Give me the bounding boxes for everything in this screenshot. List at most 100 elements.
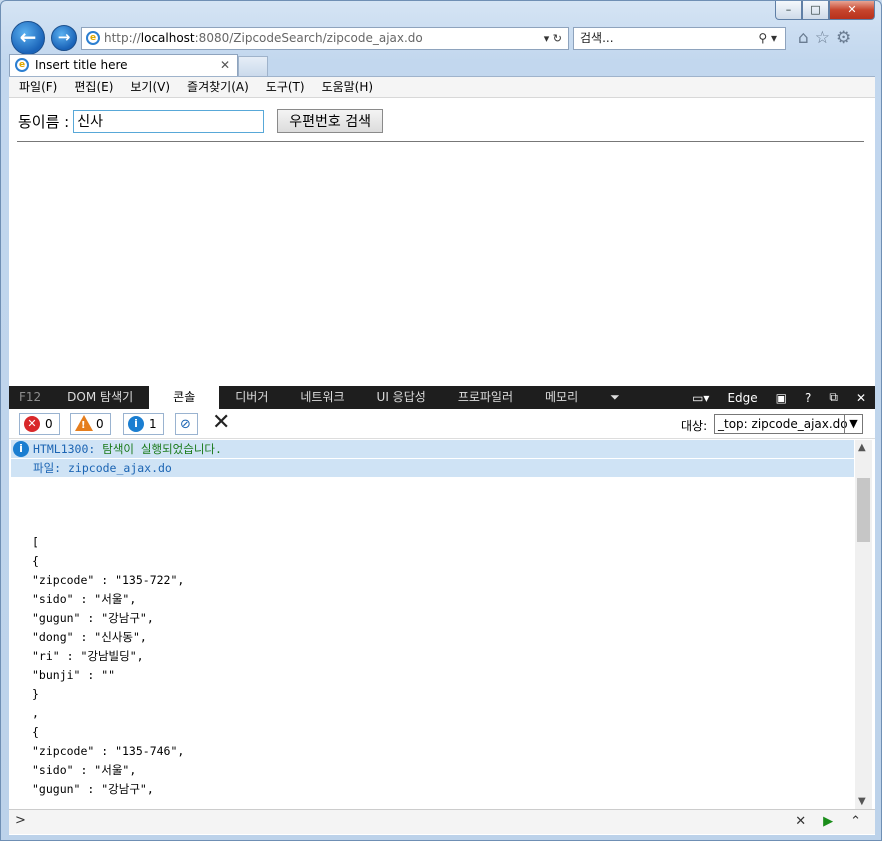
- tab-network[interactable]: 네트워크: [284, 386, 360, 409]
- devtools-f12-label: F12: [19, 390, 42, 404]
- scroll-down-icon[interactable]: ▼: [858, 796, 866, 807]
- scroll-up-icon[interactable]: ▲: [858, 442, 866, 453]
- menu-view[interactable]: 보기(V): [130, 77, 170, 97]
- zipcode-search-button[interactable]: 우편번호 검색: [277, 109, 383, 133]
- tab-dom-explorer[interactable]: DOM 탐색기: [51, 386, 149, 409]
- tab-debugger[interactable]: 디버거: [219, 386, 284, 409]
- close-devtools-icon[interactable]: ✕: [847, 391, 875, 405]
- ie-page-icon: e: [86, 31, 100, 45]
- tab-console[interactable]: 콘솔: [149, 386, 220, 409]
- divider: [17, 141, 864, 142]
- ie-tab-icon: e: [15, 58, 29, 72]
- address-path: :8080/ZipcodeSearch/zipcode_ajax.do: [194, 31, 423, 45]
- minimize-button[interactable]: –: [775, 1, 802, 20]
- browser-window: – □ ✕ ← → e http://localhost:8080/Zipcod…: [0, 0, 882, 841]
- search-form: 동이름 : 우편번호 검색: [18, 109, 383, 133]
- warning-count: 0: [96, 417, 104, 431]
- clear-on-navigate-button[interactable]: ⊘: [175, 413, 198, 435]
- warning-filter-button[interactable]: ! 0: [70, 413, 111, 435]
- favorites-star-icon[interactable]: ☆: [815, 28, 830, 48]
- tab-active[interactable]: e Insert title here ✕: [9, 54, 238, 76]
- json-line: ,: [32, 706, 39, 720]
- run-icon[interactable]: ▶: [823, 814, 833, 829]
- home-icon[interactable]: ⌂: [798, 28, 809, 48]
- message-text: 탐색이 실행되었습니다.: [102, 442, 222, 456]
- error-count: 0: [45, 417, 53, 431]
- search-icon[interactable]: ⚲ ▾: [758, 28, 777, 49]
- tab-memory[interactable]: 메모리: [529, 386, 594, 409]
- search-placeholder: 검색...: [580, 31, 614, 45]
- target-select[interactable]: _top: zipcode_ajax.do ▼: [714, 414, 863, 434]
- info-icon: i: [13, 441, 29, 457]
- error-filter-button[interactable]: ✕ 0: [19, 413, 60, 435]
- message-file-link[interactable]: 파일: zipcode_ajax.do: [11, 459, 854, 477]
- maximize-button[interactable]: □: [802, 1, 829, 20]
- close-button[interactable]: ✕: [829, 1, 875, 20]
- tab-ui-responsiveness[interactable]: UI 응답성: [361, 386, 442, 409]
- document-mode-label[interactable]: Edge: [718, 391, 766, 405]
- info-count: 1: [149, 417, 157, 431]
- menu-file[interactable]: 파일(F): [19, 77, 57, 97]
- close-tab-icon[interactable]: ✕: [220, 55, 230, 76]
- console-output: i HTML1300: 탐색이 실행되었습니다. 파일: zipcode_aja…: [9, 440, 854, 809]
- menu-tools[interactable]: 도구(T): [266, 77, 305, 97]
- console-message: i HTML1300: 탐색이 실행되었습니다.: [11, 440, 854, 458]
- dong-label: 동이름 :: [18, 112, 70, 131]
- console-command-line[interactable]: > ✕ ▶ ⌃: [9, 809, 875, 834]
- tab-profiler[interactable]: 프로파일러: [442, 386, 529, 409]
- json-line: "zipcode" : "135-746",: [32, 744, 185, 758]
- json-line: }: [32, 687, 39, 701]
- json-line: "sido" : "서울",: [32, 592, 137, 606]
- json-line: {: [32, 725, 39, 739]
- more-tabs-chevron-icon[interactable]: ⏷: [594, 386, 636, 409]
- json-line: "ri" : "강남빌딩",: [32, 649, 144, 663]
- expand-icon[interactable]: ⌃: [850, 814, 861, 829]
- undock-icon[interactable]: ⧉: [820, 390, 847, 405]
- scrollbar-thumb[interactable]: [857, 478, 870, 542]
- new-tab-button[interactable]: [238, 56, 268, 76]
- toolbar-icons: ⌂ ☆ ⚙: [798, 28, 851, 48]
- console-toggle-icon[interactable]: ▣: [767, 391, 796, 405]
- clear-input-icon[interactable]: ✕: [795, 814, 806, 829]
- json-line: "zipcode" : "135-722",: [32, 573, 185, 587]
- message-code: HTML1300:: [33, 442, 96, 456]
- chevron-down-icon[interactable]: ▼: [844, 415, 862, 433]
- target-label: 대상:: [681, 419, 708, 433]
- tab-title: Insert title here: [35, 58, 128, 72]
- devtools-right-controls: ▭▾ Edge ▣ ? ⧉ ✕: [683, 386, 875, 409]
- info-icon: i: [128, 416, 144, 432]
- page-content: 동이름 : 우편번호 검색: [9, 98, 875, 386]
- forward-button[interactable]: →: [51, 25, 77, 51]
- target-value: _top: zipcode_ajax.do: [718, 417, 848, 431]
- command-line-tools: ✕ ▶ ⌃: [795, 814, 861, 829]
- devtools-tab-bar: F12 DOM 탐색기 콘솔 디버거 네트워크 UI 응답성 프로파일러 메모리…: [9, 386, 875, 409]
- devtools-panel: F12 DOM 탐색기 콘솔 디버거 네트워크 UI 응답성 프로파일러 메모리…: [9, 386, 875, 835]
- clear-console-icon[interactable]: ✕: [212, 410, 230, 435]
- address-actions[interactable]: ▾ ↻: [544, 28, 562, 49]
- menu-favorites[interactable]: 즐겨찾기(A): [187, 77, 249, 97]
- json-line: {: [32, 554, 39, 568]
- json-line: [: [32, 535, 39, 549]
- json-line: "gugun" : "강남구",: [32, 782, 154, 796]
- json-line: "dong" : "신사동",: [32, 630, 147, 644]
- dong-name-input[interactable]: [73, 109, 265, 133]
- help-icon[interactable]: ?: [796, 391, 820, 405]
- warning-icon: !: [75, 415, 93, 431]
- menu-edit[interactable]: 편집(E): [74, 77, 113, 97]
- address-prefix: http://: [104, 31, 141, 45]
- back-button[interactable]: ←: [11, 21, 45, 55]
- json-line: "bunji" : "": [32, 668, 116, 682]
- info-filter-button[interactable]: i 1: [123, 413, 164, 435]
- console-scrollbar[interactable]: ▲ ▼: [855, 440, 872, 809]
- menu-help[interactable]: 도움말(H): [322, 77, 374, 97]
- search-input[interactable]: 검색... ⚲ ▾: [573, 27, 786, 50]
- gear-icon[interactable]: ⚙: [836, 28, 851, 48]
- address-bar[interactable]: e http://localhost:8080/ZipcodeSearch/zi…: [81, 27, 569, 50]
- error-icon: ✕: [24, 416, 40, 432]
- console-toolbar: ✕ 0 ! 0 i 1 ⊘ ✕ 대상: _top: zipcode_ajax.d…: [9, 409, 875, 439]
- json-output: [ { "zipcode" : "135-722", "sido" : "서울"…: [9, 533, 854, 799]
- emulation-icon[interactable]: ▭▾: [683, 391, 718, 405]
- json-line: "sido" : "서울",: [32, 763, 137, 777]
- menu-bar: 파일(F) 편집(E) 보기(V) 즐겨찾기(A) 도구(T) 도움말(H): [9, 76, 875, 98]
- json-line: "gugun" : "강남구",: [32, 611, 154, 625]
